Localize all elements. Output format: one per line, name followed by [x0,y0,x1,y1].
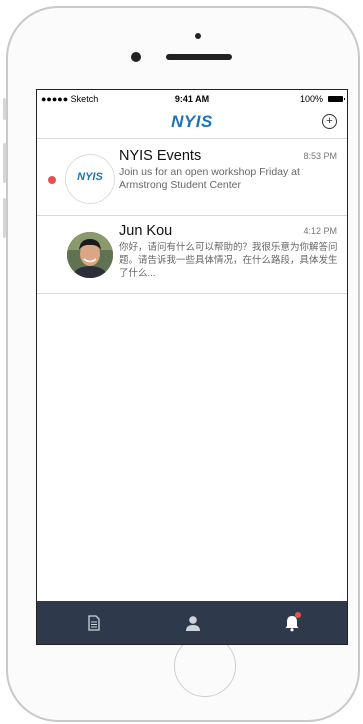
message-preview: 你好，请问有什么可以帮助的？我很乐意为你解答问题。请告诉我一些具体情况，在什么路… [119,242,338,279]
notification-badge [295,612,301,618]
document-icon [88,615,100,631]
tab-bar [37,601,347,644]
status-bar: ●●●●● Sketch 9:41 AM 100% [37,90,347,108]
navigation-bar: NYIS + [37,108,347,139]
nyis-logo: NYIS [171,112,213,131]
compose-glyph: + [326,115,333,127]
message-sender: NYIS Events [119,148,202,164]
proximity-sensor [195,33,201,39]
mute-switch [3,98,6,120]
message-time: 4:12 PM [303,226,337,236]
message-sender: Jun Kou [119,223,173,239]
front-camera [131,52,141,62]
message-row-jun-kou[interactable]: Jun Kou 4:12 PM 你好，请问有什么可以帮助的？我很乐意为你解答问题… [37,217,347,294]
tab-documents[interactable] [85,614,103,632]
message-row-nyis-events[interactable]: NYIS NYIS Events 8:53 PM Join us for an … [37,142,347,216]
avatar [67,232,113,278]
earpiece-speaker [166,54,232,60]
tab-profile[interactable] [184,614,202,632]
avatar: NYIS [65,154,115,204]
avatar-logo-text: NYIS [77,171,103,183]
user-icon [186,616,200,631]
battery-icon [328,96,345,102]
message-preview: Join us for an open workshop Friday at A… [119,166,300,191]
volume-up-button [3,143,6,183]
volume-down-button [3,198,6,238]
battery-percent: 100% [299,94,323,104]
unread-indicator [48,176,56,184]
tab-notifications[interactable] [283,612,301,632]
compose-message-icon[interactable]: + [322,114,337,129]
phone-screen: ●●●●● Sketch 9:41 AM 100% NYIS + NYIS NY… [36,89,348,645]
avatar-photo-image [67,232,113,278]
message-time: 8:53 PM [303,151,337,161]
